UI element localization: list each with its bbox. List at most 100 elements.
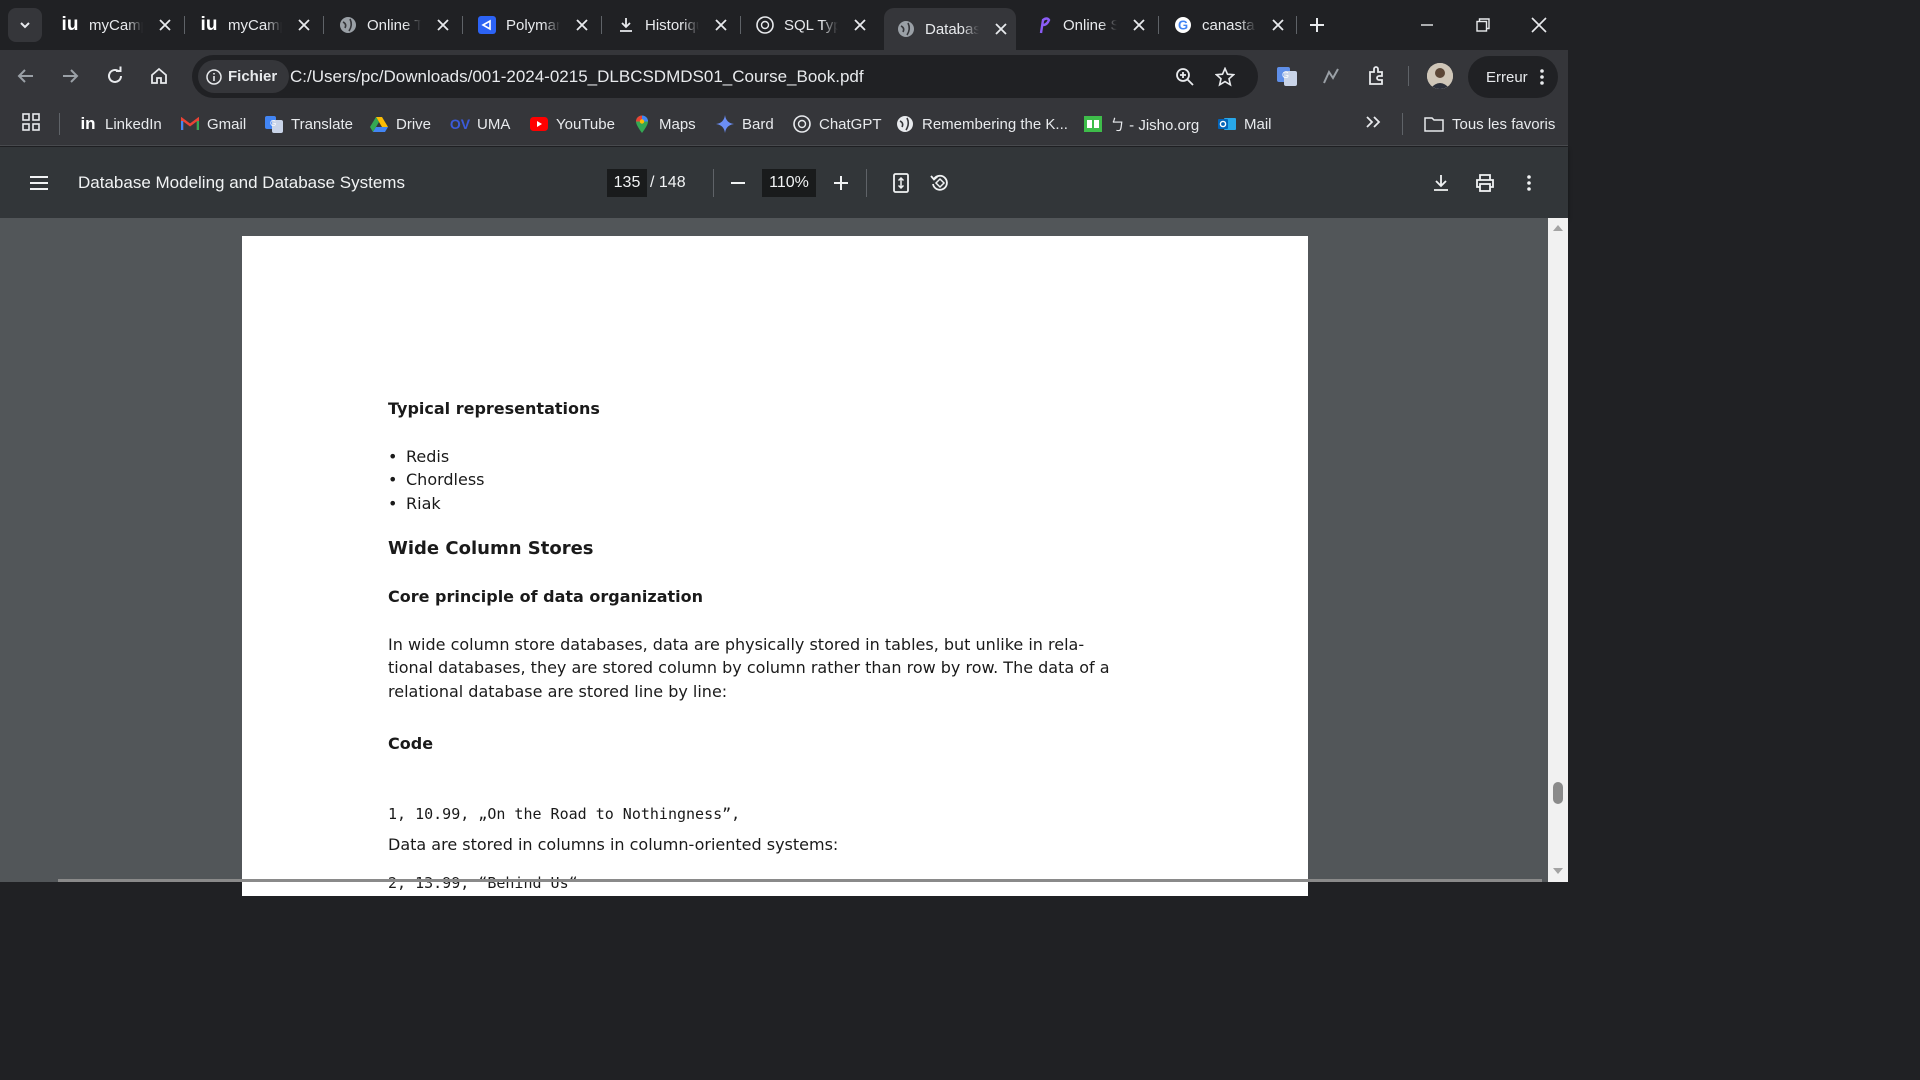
bookmark-label: Remembering the K... xyxy=(922,115,1068,133)
vertical-scrollbar[interactable] xyxy=(1548,218,1568,882)
bookmark-separator xyxy=(1402,113,1403,135)
tab-title: myCampus xyxy=(89,16,143,34)
page-total: / 148 xyxy=(650,174,686,191)
bookmark-label: Mail xyxy=(1244,115,1272,133)
pdf-viewer[interactable]: Typical representations Redis Chordless … xyxy=(0,218,1568,896)
paragraph-columns: Data are stored in columns in column-ori… xyxy=(388,835,839,854)
bookmark-remembering-kanji[interactable]: Remembering the K... xyxy=(896,112,1068,136)
globe-icon xyxy=(896,115,914,133)
tab-9[interactable]: G canasta xyxy=(1161,8,1286,42)
rotate-button[interactable] xyxy=(925,168,955,198)
tab-7-active[interactable]: Database xyxy=(884,8,1016,50)
fit-page-button[interactable] xyxy=(886,168,916,198)
forward-button[interactable] xyxy=(54,60,86,92)
globe-icon xyxy=(896,19,916,39)
bookmark-label: Bard xyxy=(742,115,774,133)
double-chevron-right-icon xyxy=(1365,115,1381,133)
bookmark-bard[interactable]: Bard xyxy=(716,112,774,136)
zoom-level-input[interactable]: 110% xyxy=(762,169,816,197)
close-window-button[interactable] xyxy=(1522,8,1556,42)
bookmark-drive[interactable]: Drive xyxy=(370,112,431,136)
info-icon xyxy=(206,68,222,85)
bookmark-label: ChatGPT xyxy=(819,115,882,133)
close-icon[interactable] xyxy=(852,17,868,33)
zoom-icon[interactable] xyxy=(1173,65,1197,89)
gmail-icon xyxy=(181,115,199,133)
tab-separator xyxy=(323,16,324,34)
bookmark-translate[interactable]: G Translate xyxy=(265,112,353,136)
bookmark-chatgpt[interactable]: ChatGPT xyxy=(793,112,882,136)
extensions-icon[interactable] xyxy=(1361,61,1391,91)
print-button[interactable] xyxy=(1470,168,1500,198)
more-options-button[interactable] xyxy=(1514,168,1544,198)
scroll-up-arrow[interactable] xyxy=(1552,222,1564,232)
bookmark-star-icon[interactable] xyxy=(1213,65,1237,89)
close-icon[interactable] xyxy=(435,17,451,33)
profile-error-button[interactable]: Erreur xyxy=(1468,56,1558,98)
tab-separator xyxy=(1296,16,1297,34)
close-icon[interactable] xyxy=(296,17,312,33)
new-tab-button[interactable] xyxy=(1304,12,1330,38)
menu-icon xyxy=(30,176,48,190)
home-button[interactable] xyxy=(143,60,175,92)
close-icon[interactable] xyxy=(993,21,1009,37)
back-button[interactable] xyxy=(10,60,42,92)
sidebar-menu-button[interactable] xyxy=(24,168,54,198)
close-icon[interactable] xyxy=(1131,17,1147,33)
zoom-out-button[interactable] xyxy=(723,168,753,198)
site-info-chip[interactable]: Fichier xyxy=(198,60,290,93)
pen-extension-icon[interactable] xyxy=(1316,61,1346,91)
horizontal-scrollbar[interactable] xyxy=(58,879,1542,882)
zoom-in-button[interactable] xyxy=(826,168,856,198)
close-icon[interactable] xyxy=(1270,17,1286,33)
reload-button[interactable] xyxy=(99,60,131,92)
bookmark-label: UMA xyxy=(477,115,511,133)
iu-logo-icon: iu xyxy=(200,14,218,35)
minimize-icon xyxy=(1421,24,1433,26)
all-bookmarks-button[interactable]: Tous les favoris xyxy=(1424,112,1555,136)
tab-title: canasta xyxy=(1202,16,1255,34)
close-icon[interactable] xyxy=(157,17,173,33)
heading-wide-column-stores: Wide Column Stores xyxy=(388,538,594,559)
minus-icon xyxy=(731,182,745,184)
page-number-input[interactable]: 135 xyxy=(607,169,647,197)
tab-search-button[interactable] xyxy=(8,8,42,42)
bookmark-mail[interactable]: Mail xyxy=(1218,112,1272,136)
tab-5[interactable]: Historique xyxy=(604,8,729,42)
restore-button[interactable] xyxy=(1466,8,1500,42)
bookmark-uma[interactable]: OV UMA xyxy=(450,112,511,136)
polymar-icon xyxy=(477,15,497,35)
bookmark-jisho[interactable]: ㄅ - Jisho.org xyxy=(1084,112,1199,136)
bookmark-label: Translate xyxy=(291,115,353,133)
tab-2[interactable]: iu myCampus xyxy=(187,8,312,42)
home-icon xyxy=(151,67,167,84)
tab-8[interactable]: Online SQL xyxy=(1022,8,1147,42)
bookmark-youtube[interactable]: YouTube xyxy=(530,112,615,136)
svg-text:G: G xyxy=(1282,70,1289,80)
close-icon[interactable] xyxy=(574,17,590,33)
profile-avatar[interactable] xyxy=(1427,63,1453,89)
minimize-button[interactable] xyxy=(1410,8,1444,42)
heading-core-principle: Core principle of data organization xyxy=(388,587,704,606)
scroll-down-arrow[interactable] xyxy=(1552,866,1564,876)
close-icon[interactable] xyxy=(713,17,729,33)
address-bar[interactable]: Fichier C:/Users/pc/Downloads/001-2024-0… xyxy=(192,55,1258,98)
download-button[interactable] xyxy=(1426,168,1456,198)
url-text[interactable]: C:/Users/pc/Downloads/001-2024-0215_DLBC… xyxy=(290,67,864,87)
apps-button[interactable] xyxy=(22,112,40,136)
bookmark-linkedin[interactable]: in LinkedIn xyxy=(79,112,161,136)
tab-6[interactable]: SQL Types xyxy=(743,8,868,42)
scrollbar-thumb[interactable] xyxy=(1553,782,1563,804)
tab-1[interactable]: iu myCampus xyxy=(48,8,173,42)
tab-title: SQL Types xyxy=(784,16,838,34)
tab-4[interactable]: Polymar xyxy=(465,8,590,42)
google-translate-extension-icon[interactable]: G xyxy=(1272,61,1302,91)
tab-3[interactable]: Online Tutorial xyxy=(326,8,451,42)
translate-icon: G xyxy=(265,115,283,133)
bookmark-gmail[interactable]: Gmail xyxy=(181,112,246,136)
chatgpt-icon xyxy=(755,15,775,35)
bookmark-maps[interactable]: Maps xyxy=(633,112,696,136)
arrow-right-icon xyxy=(63,69,79,83)
paragraph-line: In wide column store databases, data are… xyxy=(388,635,1085,654)
more-bookmarks-button[interactable] xyxy=(1365,112,1381,136)
